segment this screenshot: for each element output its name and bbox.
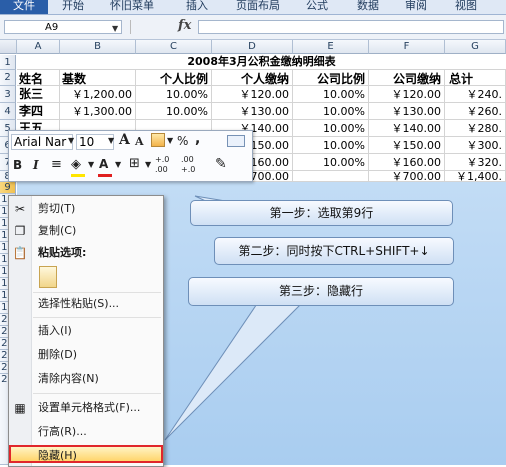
menu-item-label: 剪切(T)	[38, 202, 76, 215]
chevron-down-icon[interactable]: ▼	[115, 157, 121, 173]
italic-button[interactable]: I	[33, 157, 39, 173]
menu-item-paste-special[interactable]: 选择性粘贴(S)...	[9, 295, 163, 313]
menu-item-format-cells[interactable]: ▦ 设置单元格格式(F)...	[9, 399, 163, 417]
menu-item-label: 隐藏(H)	[38, 449, 77, 462]
increase-decimal-button[interactable]: +.0 .00	[155, 155, 177, 175]
scissors-icon: ✂	[14, 202, 26, 216]
menu-item-label: 选择性粘贴(S)...	[38, 297, 120, 310]
menu-item-paste-options: 📋 粘贴选项:	[9, 244, 163, 262]
paste-icon[interactable]	[39, 266, 57, 288]
callout-step-1: 第一步：选取第9行	[190, 200, 453, 226]
shrink-font-button[interactable]: A	[135, 134, 144, 150]
mini-toolbar: Arial Nar ▼ 10 ▼ A A ▼ % , B I ≡ ◈ ▼ A ▼…	[8, 130, 253, 182]
font-color-swatch	[98, 174, 112, 177]
fill-color-icon[interactable]: ◈	[71, 157, 81, 173]
bold-button[interactable]: B	[13, 157, 22, 173]
divider	[33, 292, 161, 293]
menu-item-cut[interactable]: ✂ 剪切(T)	[9, 200, 163, 218]
menu-item-label: 删除(D)	[38, 348, 78, 361]
borders-icon[interactable]: ⊞	[129, 156, 140, 172]
percent-style-button[interactable]: %	[177, 133, 188, 149]
menu-item-label: 设置单元格格式(F)...	[38, 401, 141, 414]
menu-item-label: 粘贴选项:	[38, 246, 87, 259]
format-cells-icon: ▦	[14, 401, 26, 415]
menu-item-label: 清除内容(N)	[38, 372, 99, 385]
accounting-format-icon[interactable]	[151, 133, 165, 147]
callout-step-3: 第三步：隐藏行	[188, 277, 454, 306]
font-color-button[interactable]: A	[99, 156, 108, 172]
context-menu: ✂ 剪切(T) ❐ 复制(C) 📋 粘贴选项: 选择性粘贴(S)... 插入(I…	[8, 195, 164, 467]
format-painter-icon[interactable]: ✎	[215, 156, 227, 172]
comma-style-button[interactable]: ,	[195, 131, 200, 147]
divider	[33, 393, 161, 394]
menu-item-clear-contents[interactable]: 清除内容(N)	[9, 370, 163, 388]
menu-item-hide[interactable]: 隐藏(H)	[9, 445, 163, 463]
copy-icon: ❐	[14, 224, 26, 238]
menu-item-label: 复制(C)	[38, 224, 77, 237]
menu-item-delete[interactable]: 删除(D)	[9, 346, 163, 364]
menu-item-row-height[interactable]: 行高(R)...	[9, 423, 163, 441]
divider	[33, 317, 161, 318]
menu-item-copy[interactable]: ❐ 复制(C)	[9, 222, 163, 240]
chevron-down-icon[interactable]: ▼	[68, 133, 74, 149]
fill-color-swatch	[71, 174, 85, 177]
align-center-icon[interactable]: ≡	[51, 157, 62, 173]
chevron-down-icon[interactable]: ▼	[88, 157, 94, 173]
format-cells-icon[interactable]	[227, 135, 245, 147]
font-name-select[interactable]: Arial Nar	[11, 134, 73, 150]
menu-item-label: 行高(R)...	[38, 425, 87, 438]
callout-3-pointer	[164, 291, 307, 441]
menu-item-label: 插入(I)	[38, 324, 72, 337]
chevron-down-icon[interactable]: ▼	[167, 133, 173, 149]
grow-font-button[interactable]: A	[119, 132, 130, 148]
decrease-decimal-button[interactable]: .00 +.0	[181, 155, 203, 175]
clipboard-icon: 📋	[12, 246, 28, 260]
callout-step-2: 第二步：同时按下CTRL+SHIFT+↓	[214, 237, 454, 265]
chevron-down-icon[interactable]: ▼	[108, 133, 114, 149]
menu-item-insert[interactable]: 插入(I)	[9, 322, 163, 340]
chevron-down-icon[interactable]: ▼	[145, 157, 151, 173]
